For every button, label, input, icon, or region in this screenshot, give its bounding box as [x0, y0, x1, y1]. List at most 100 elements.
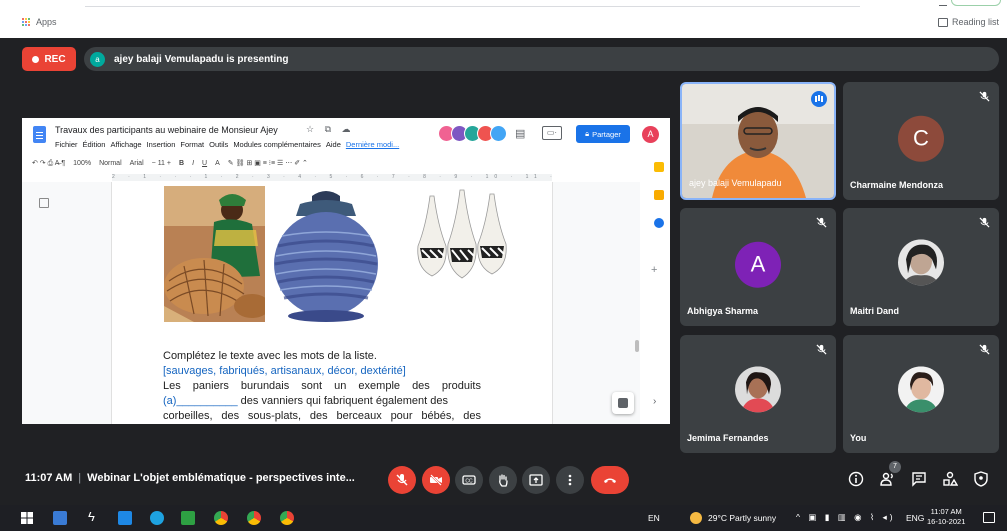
camera-toggle-button[interactable]: [422, 466, 450, 494]
raise-hand-button[interactable]: [489, 466, 517, 494]
extension-pill[interactable]: [951, 0, 1001, 6]
presenter-avatar: a: [90, 51, 105, 67]
edge-icon[interactable]: [150, 511, 164, 525]
doc-paragraph-line: corbeilles, des sous-plats, des berceaux…: [163, 410, 481, 422]
mic-toggle-button[interactable]: [388, 466, 416, 494]
doc-title-icons: ☆ ⧉ ☁: [306, 124, 355, 134]
underline-icon: U: [202, 159, 208, 167]
participant-name: Maitri Dand: [850, 306, 900, 316]
participant-tile[interactable]: A Abhigya Sharma: [680, 208, 836, 326]
participant-tile[interactable]: Maitri Dand: [843, 208, 999, 326]
style-select: Normal: [99, 159, 122, 167]
taskbar-clock[interactable]: 11:07 AM 16-10-2021: [927, 507, 965, 527]
notifications-icon[interactable]: [983, 512, 995, 523]
menu-item: Aide: [325, 140, 341, 149]
participant-tile[interactable]: ajey balaji Vemulapadu: [680, 82, 836, 200]
keep-icon: [654, 190, 664, 200]
host-controls-button[interactable]: [971, 469, 991, 489]
participant-name: Jemima Fernandes: [687, 433, 769, 443]
ime-indicator[interactable]: ENG: [906, 513, 924, 523]
menu-item: Insertion: [146, 140, 176, 149]
apps-bookmark[interactable]: Apps: [22, 17, 57, 27]
outline-icon: [39, 198, 49, 208]
share-button: 🔒︎ Partager: [576, 125, 630, 143]
chrome-icon[interactable]: [214, 511, 228, 525]
chrome-icon[interactable]: [280, 511, 294, 525]
shared-screen[interactable]: Travaux des participants au webinaire de…: [22, 118, 670, 424]
participant-name: Charmaine Mendonza: [850, 180, 944, 190]
chat-button[interactable]: [909, 469, 929, 489]
captions-button[interactable]: CC: [455, 466, 483, 494]
mic-off-icon: [396, 474, 408, 486]
windows-start-icon[interactable]: [20, 511, 34, 525]
participant-tile[interactable]: C Charmaine Mendonza: [843, 82, 999, 200]
pots-photo: [408, 186, 510, 292]
activities-button[interactable]: [940, 469, 960, 489]
browser-bookmark-bar: Apps Reading list: [0, 0, 1007, 38]
info-icon: [848, 471, 864, 487]
apps-grid-icon: [22, 17, 31, 27]
taskbar-app-icon[interactable]: [181, 511, 195, 525]
participant-avatar: A: [735, 241, 781, 288]
mic-off-icon: [979, 91, 990, 102]
participant-name: You: [850, 433, 867, 443]
weather-text[interactable]: 29°C Partly sunny: [708, 513, 776, 523]
taskbar-app-icon[interactable]: [118, 511, 132, 525]
explore-icon: [612, 392, 634, 414]
meeting-time: 11:07 AM: [25, 472, 73, 484]
host-controls-icon: [974, 471, 988, 487]
chat-icon: [912, 472, 926, 487]
participants-count-badge: 7: [889, 461, 901, 473]
tab-strip-line: [85, 6, 860, 7]
mic-off-icon: [816, 344, 827, 355]
mic-off-icon: [979, 217, 990, 228]
camera-off-icon: [429, 473, 443, 487]
font-select: Arial: [129, 159, 144, 167]
participant-photo: [898, 366, 944, 413]
undo-redo-print-icons: ↶ ↷ ⎙ A̶ ¶: [32, 159, 66, 167]
participant-tile[interactable]: Jemima Fernandes: [680, 335, 836, 453]
activities-icon: [943, 471, 958, 486]
calendar-icon: [654, 162, 664, 172]
lock-icon: 🔒︎: [585, 129, 590, 138]
tray-icons[interactable]: ^ ▣ ▮ ▥ ◉ ⌇ ◂): [796, 512, 896, 523]
doc-menubar: Fichier Édition Affichage Insertion Form…: [55, 140, 399, 149]
meeting-title: Webinar L'objet emblématique - perspecti…: [87, 472, 355, 484]
end-call-button[interactable]: [591, 466, 629, 494]
chrome-icon[interactable]: [247, 511, 261, 525]
participant-tile[interactable]: You: [843, 335, 999, 453]
doc-paragraph-line: (a)__________ des vanniers qui fabriquen…: [163, 394, 481, 409]
menu-item: Outils: [209, 140, 229, 149]
raise-hand-icon: [499, 474, 508, 487]
more-options-button[interactable]: [556, 466, 584, 494]
taskbar-app-icon[interactable]: [53, 511, 67, 525]
doc-user-avatar: A: [642, 126, 659, 143]
captions-icon: CC: [462, 475, 476, 485]
side-panel-arrow-icon: ›: [653, 396, 657, 407]
reading-list-icon: [937, 17, 948, 27]
font-size-stepper: − 11 +: [151, 159, 172, 167]
doc-side-panel: [650, 162, 668, 246]
presenting-banner: a ajey balaji Vemulapadu is presenting: [84, 47, 999, 71]
people-icon: [880, 472, 893, 486]
present-doc-icon: ▭·: [542, 126, 562, 140]
meeting-details-button[interactable]: [846, 469, 866, 489]
menu-item: Format: [180, 140, 205, 149]
zoom-select: 100%: [73, 159, 92, 167]
bold-icon: B: [179, 159, 185, 167]
present-icon: [529, 474, 543, 486]
recording-badge: REC: [22, 47, 76, 71]
participant-name: Abhigya Sharma: [687, 306, 759, 316]
ruler: 2 · 1 · · · 1 · 2 · 3 · 4 · 5 · 6 · 7 · …: [112, 174, 552, 181]
present-button[interactable]: [522, 466, 550, 494]
language-indicator[interactable]: EN: [648, 513, 660, 523]
participant-photo: [898, 239, 944, 286]
doc-toolbar: ↶ ↷ ⎙ A̶ ¶ 100% Normal Arial − 11 + B I …: [32, 155, 650, 171]
doc-body-text: Complétez le texte avec les mots de la l…: [163, 349, 481, 424]
format-icons: ✎ ⛓ ⊞ ▣ ≡ ⁝≡ ☰ ⋯ ✐ ⌃: [227, 160, 308, 167]
reading-list-button[interactable]: Reading list: [937, 17, 999, 27]
comment-history-icon: ▤: [515, 128, 526, 140]
taskbar-app-icon[interactable]: ϟ: [88, 509, 102, 524]
rec-label: REC: [44, 53, 66, 65]
menu-item: Fichier: [55, 140, 78, 149]
